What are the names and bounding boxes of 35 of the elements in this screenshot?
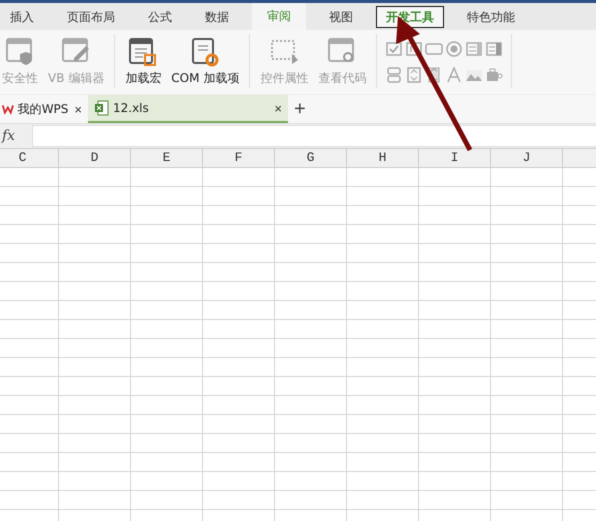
tab-label: 我的WPS xyxy=(18,100,68,118)
ribbon-button[interactable]: 加载宏 xyxy=(123,36,164,88)
ribbon-button[interactable]: COM 加载项 xyxy=(169,36,242,88)
toggle-button-icon[interactable] xyxy=(385,66,404,84)
menu-tab[interactable]: 数据 xyxy=(195,6,239,28)
menu-tab[interactable]: 特色功能 xyxy=(457,6,525,28)
menu-tab[interactable]: 页面布局 xyxy=(57,6,125,28)
column-header[interactable]: J xyxy=(491,149,563,167)
close-button[interactable]: × xyxy=(72,102,84,116)
radio-button-icon[interactable] xyxy=(445,40,464,58)
menu-tab[interactable]: 插入 xyxy=(0,6,44,28)
column-header[interactable]: E xyxy=(131,149,203,167)
text-box-icon[interactable] xyxy=(405,40,424,58)
new-tab-button[interactable]: + xyxy=(288,95,312,123)
document-gear-icon xyxy=(189,36,222,68)
list-box-icon[interactable] xyxy=(465,40,484,58)
document-tab[interactable]: 我的WPS × xyxy=(0,95,88,123)
formula-input-field[interactable] xyxy=(32,125,596,147)
function-label: fx xyxy=(0,128,16,144)
column-header[interactable]: G xyxy=(275,149,347,167)
menu-tab[interactable]: 审阅 xyxy=(252,3,306,30)
close-button[interactable]: × xyxy=(272,100,284,116)
column-header[interactable]: C xyxy=(0,149,59,167)
column-header[interactable]: H xyxy=(347,149,419,167)
wps-logo-icon xyxy=(2,103,14,115)
tab-label: 12.xls xyxy=(113,101,150,115)
column-header[interactable]: F xyxy=(203,149,275,167)
combo-box-icon[interactable] xyxy=(485,40,504,58)
spreadsheet-file-icon xyxy=(94,100,109,116)
checkbox-icon[interactable] xyxy=(385,40,404,58)
menu-tab[interactable]: 视图 xyxy=(319,6,363,28)
column-header[interactable]: D xyxy=(59,149,131,167)
menu-tab[interactable]: 公式 xyxy=(138,6,182,28)
document-tab[interactable]: 12.xls × xyxy=(88,95,288,123)
column-header[interactable]: I xyxy=(419,149,491,167)
